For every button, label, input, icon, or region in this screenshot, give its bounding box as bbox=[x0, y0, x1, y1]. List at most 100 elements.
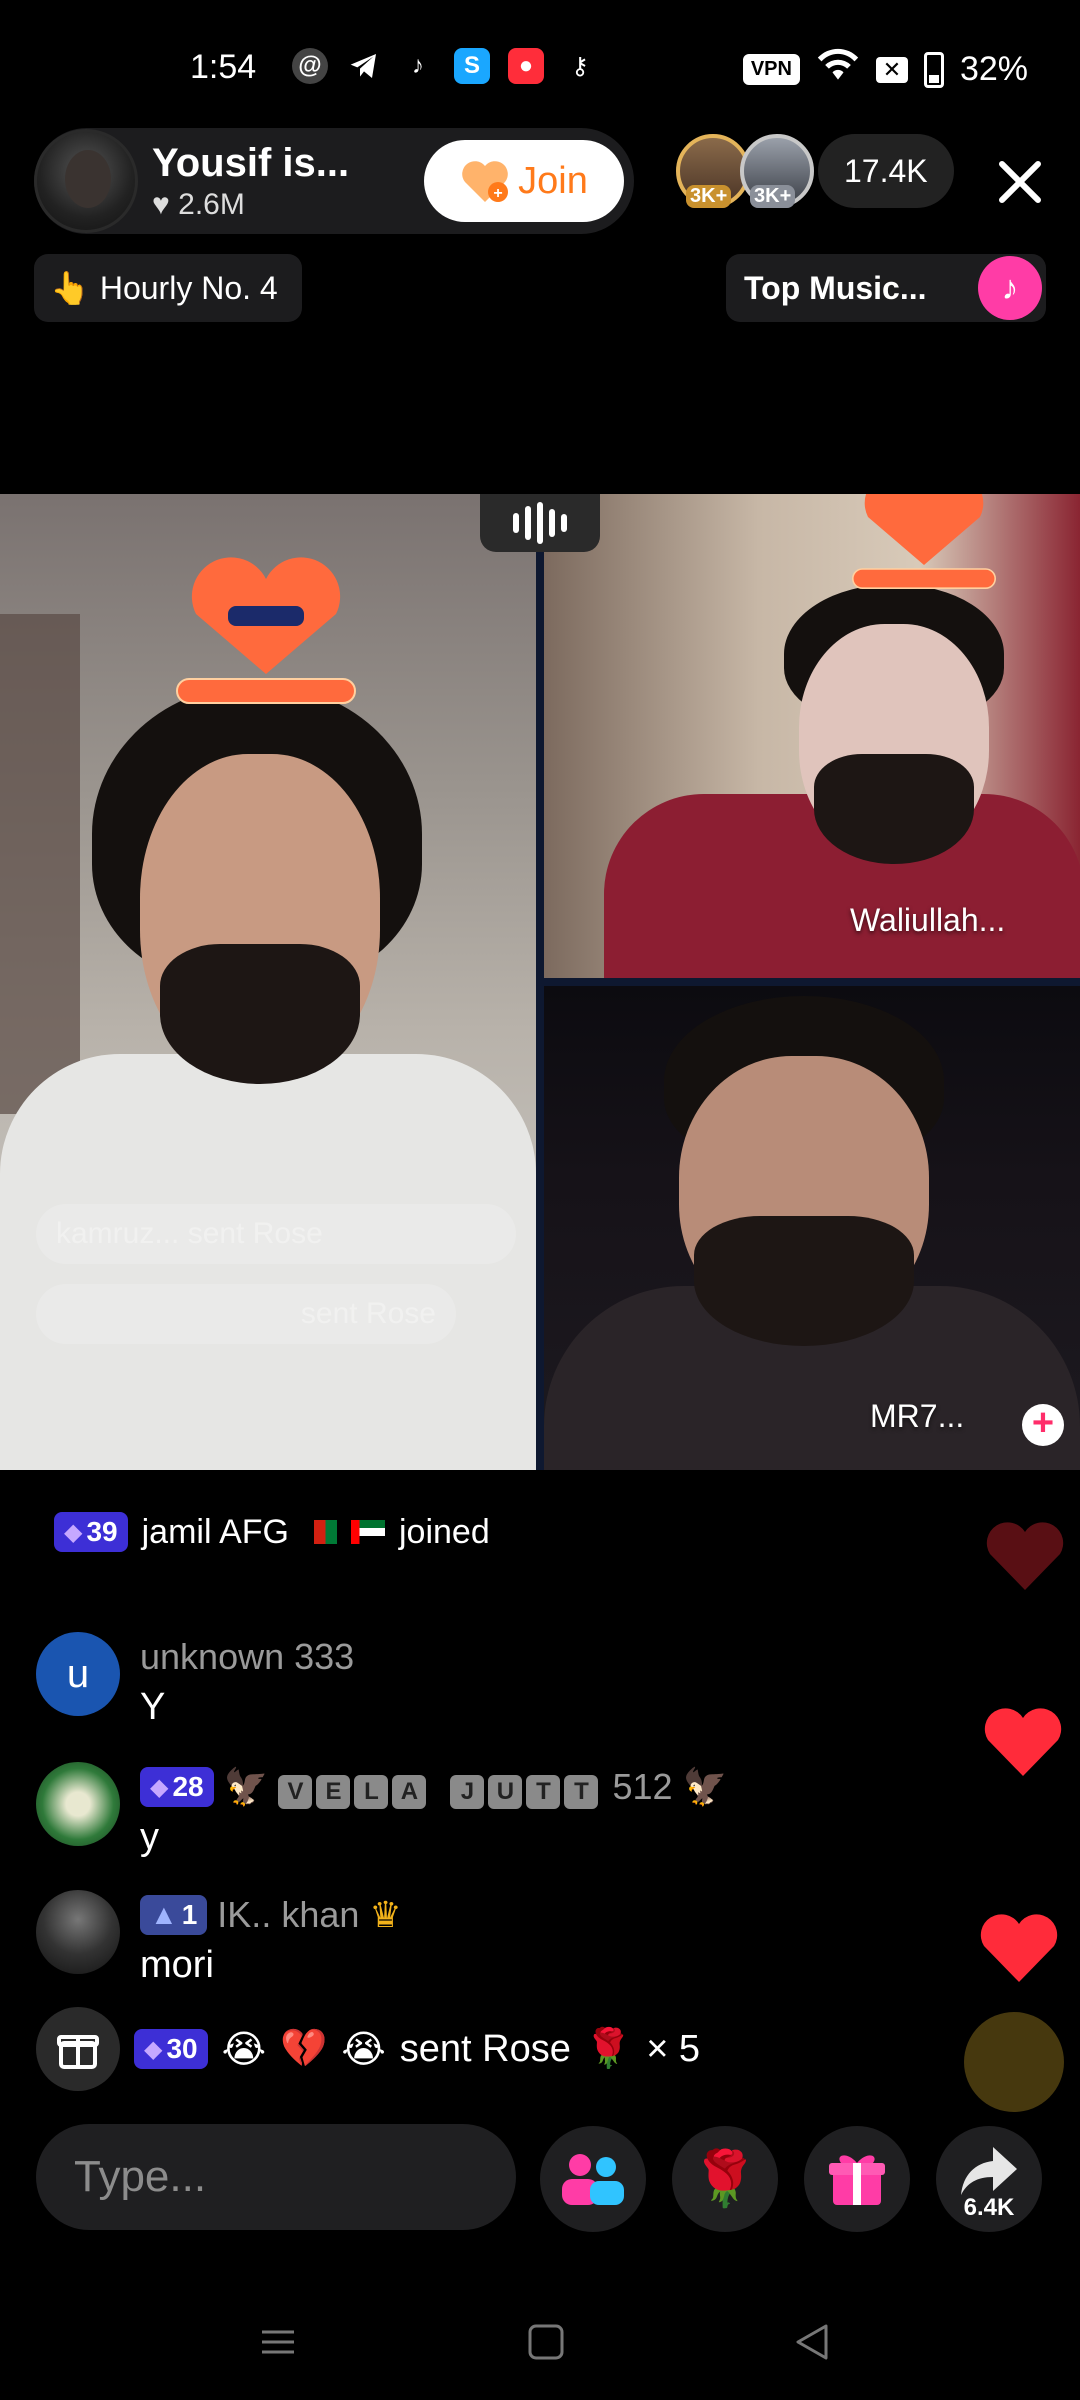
afghanistan-flag-icon bbox=[302, 1520, 337, 1544]
viewer-badge: 3K+ bbox=[686, 185, 732, 208]
user-avatar[interactable] bbox=[36, 1762, 120, 1846]
join-label: Join bbox=[518, 159, 588, 202]
chat-username[interactable]: ◆ 28 🦅 VELA JUTT 512 🦅 bbox=[140, 1762, 727, 1812]
join-user[interactable]: jamil AFG bbox=[142, 1513, 289, 1552]
chat-message[interactable]: ▲ 1 IK.. khan ♛ mori bbox=[36, 1890, 402, 1987]
guest-video-2[interactable]: MR7... + bbox=[544, 986, 1080, 1470]
guest-video-1[interactable]: Waliullah... bbox=[544, 494, 1080, 978]
broken-heart-icon: 💔 bbox=[280, 2028, 328, 2070]
chat-text: mori bbox=[140, 1944, 214, 1986]
chat-text: Y bbox=[140, 1686, 166, 1728]
guest-name[interactable]: Waliullah... bbox=[850, 902, 1005, 939]
wifi-icon bbox=[816, 48, 860, 91]
top-viewers[interactable]: 3K+ 3K+ 17.4K bbox=[676, 134, 954, 208]
status-bar: 1:54 @ ♪ S ● ⚷ VPN ✕ 32% bbox=[0, 0, 1080, 130]
repost-icon[interactable] bbox=[964, 2012, 1064, 2112]
name-letter: L bbox=[354, 1774, 389, 1809]
rose-icon: 🌹 bbox=[691, 2148, 759, 2209]
video-divider bbox=[536, 494, 544, 1470]
name-letter: A bbox=[392, 1774, 427, 1809]
battery-icon bbox=[923, 51, 944, 88]
heart-icon: ♥ bbox=[152, 187, 170, 221]
name-letter: V bbox=[278, 1774, 313, 1809]
host-name: Yousif is... bbox=[152, 140, 350, 185]
viewer-count[interactable]: 17.4K bbox=[818, 134, 954, 208]
shortcut-icon: S bbox=[454, 48, 490, 84]
audio-wave-icon[interactable] bbox=[480, 494, 600, 552]
people-icon bbox=[562, 2154, 624, 2205]
uae-flag-icon bbox=[350, 1520, 385, 1544]
add-guest-icon[interactable]: + bbox=[1022, 1404, 1064, 1446]
fan-club-sticker bbox=[166, 554, 366, 704]
eagle-icon: 🦅 bbox=[223, 1766, 269, 1807]
faded-gift-overlay: sent Rose bbox=[36, 1284, 456, 1344]
fan-club-sticker bbox=[844, 494, 1004, 589]
level-badge: ▲ 1 bbox=[140, 1895, 208, 1935]
top-viewer-avatar[interactable]: 3K+ bbox=[676, 134, 750, 208]
status-app-icons: @ ♪ S ● ⚷ bbox=[292, 48, 598, 84]
telegram-icon bbox=[346, 48, 382, 84]
styled-name: VELA JUTT bbox=[278, 1766, 602, 1809]
at-icon: @ bbox=[292, 48, 328, 84]
name-letter: T bbox=[564, 1774, 599, 1809]
top-music-tag[interactable]: Top Music... ♪ bbox=[726, 254, 1046, 322]
name-letter: J bbox=[450, 1774, 485, 1809]
level-number: 39 bbox=[86, 1516, 118, 1547]
multi-guest-button[interactable] bbox=[540, 2126, 646, 2232]
share-arrow-icon bbox=[961, 2147, 1017, 2195]
battery-percent: 32% bbox=[959, 50, 1028, 88]
top-viewer-avatar[interactable]: 3K+ bbox=[740, 134, 814, 208]
status-right: VPN ✕ 32% bbox=[742, 48, 1028, 91]
record-icon: ● bbox=[508, 48, 544, 84]
host-likes-count: 2.6M bbox=[178, 187, 245, 221]
gift-text: sent Rose bbox=[399, 2027, 571, 2070]
hourly-rank-label: Hourly No. 4 bbox=[99, 269, 278, 306]
guest-name[interactable]: MR7... bbox=[870, 1398, 964, 1435]
chat-message[interactable]: ◆ 28 🦅 VELA JUTT 512 🦅 y bbox=[36, 1762, 727, 1859]
multi-guest-video-grid: kamruz... sent Rose sent Rose Waliullah.… bbox=[0, 494, 1080, 1470]
level-badge: ◆ 28 bbox=[140, 1767, 214, 1807]
gift-box-icon[interactable] bbox=[36, 2007, 120, 2091]
chat-username[interactable]: unknown 333 bbox=[140, 1632, 354, 1682]
top-music-label: Top Music... bbox=[744, 269, 927, 306]
key-icon: ⚷ bbox=[571, 52, 589, 80]
close-icon[interactable] bbox=[992, 154, 1048, 210]
user-avatar[interactable] bbox=[36, 1890, 120, 1974]
svg-text:+: + bbox=[493, 185, 502, 202]
level-number: 30 bbox=[166, 2033, 198, 2064]
share-button[interactable]: 6.4K bbox=[936, 2126, 1042, 2232]
floating-heart-icon bbox=[978, 1914, 1060, 1989]
eagle-icon: 🦅 bbox=[682, 1766, 728, 1807]
join-action: joined bbox=[398, 1512, 490, 1551]
faded-gift-overlay: kamruz... sent Rose bbox=[36, 1204, 516, 1264]
floating-heart-icon bbox=[982, 1708, 1064, 1783]
gift-button[interactable] bbox=[804, 2126, 910, 2232]
user-avatar[interactable]: u bbox=[36, 1632, 120, 1716]
name-letter: T bbox=[526, 1774, 561, 1809]
music-note-icon: ♪ bbox=[978, 256, 1042, 320]
status-time: 1:54 bbox=[190, 48, 257, 86]
gift-icon bbox=[829, 2155, 885, 2205]
join-button[interactable]: + Join bbox=[424, 140, 624, 222]
home-icon[interactable] bbox=[526, 2322, 566, 2367]
host-video[interactable]: kamruz... sent Rose sent Rose bbox=[0, 494, 536, 1470]
diamond-icon: ◆ bbox=[150, 1773, 169, 1801]
chat-username[interactable]: ▲ 1 IK.. khan ♛ bbox=[140, 1890, 402, 1940]
hourly-rank-tag[interactable]: 👆 Hourly No. 4 bbox=[34, 254, 302, 322]
fan-heart-icon: + bbox=[460, 158, 510, 204]
host-info: Yousif is... ♥ 2.6M bbox=[152, 141, 349, 222]
level-badge: ◆ 30 bbox=[134, 2029, 208, 2069]
host-bar[interactable]: Yousif is... ♥ 2.6M + Join bbox=[34, 128, 634, 234]
back-icon[interactable] bbox=[792, 2322, 832, 2367]
host-avatar[interactable] bbox=[34, 129, 138, 233]
share-count: 6.4K bbox=[963, 2194, 1015, 2221]
comment-input[interactable]: Type... bbox=[36, 2124, 516, 2230]
crown-icon: ♛ bbox=[369, 1894, 402, 1935]
tiktok-icon: ♪ bbox=[412, 52, 424, 79]
chat-message[interactable]: u unknown 333 Y bbox=[36, 1632, 354, 1729]
rose-gift-button[interactable]: 🌹 bbox=[672, 2126, 778, 2232]
name-suffix: 512 bbox=[612, 1766, 673, 1807]
name-letter: E bbox=[316, 1774, 351, 1809]
system-nav-bar bbox=[0, 2290, 1080, 2400]
recent-apps-icon[interactable] bbox=[258, 2322, 298, 2367]
